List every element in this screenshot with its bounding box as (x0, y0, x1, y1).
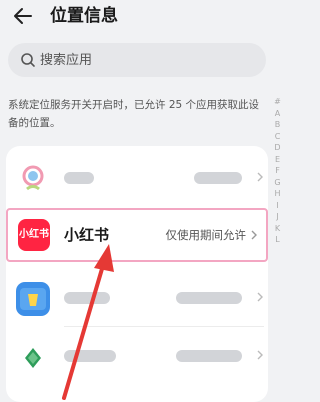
app-list-card (6, 146, 268, 402)
chevron-right-icon (251, 230, 257, 240)
alphabet-index[interactable]: # A B C D E F G H I J K L (272, 96, 283, 246)
blurred-app-name (64, 172, 94, 184)
app-row-blurred[interactable] (6, 150, 268, 206)
blurred-app-name (64, 350, 116, 362)
alpha-index-b[interactable]: B (272, 119, 283, 131)
blurred-app-permission (176, 350, 242, 362)
blurred-app-permission (176, 292, 242, 304)
app-permission-status: 仅使用期间允许 (165, 228, 247, 242)
divider (64, 326, 264, 327)
alpha-index-hash[interactable]: # (272, 96, 283, 108)
chevron-right-icon (257, 172, 263, 182)
app-row-blurred[interactable] (6, 270, 268, 326)
alpha-index-f[interactable]: F (272, 165, 283, 177)
alpha-index-c[interactable]: C (272, 131, 283, 143)
alpha-index-l[interactable]: L (272, 234, 283, 246)
search-icon (21, 53, 35, 67)
app-header: 位置信息 (0, 0, 283, 34)
alpha-index-h[interactable]: H (272, 188, 283, 200)
alpha-index-g[interactable]: G (272, 177, 283, 189)
chevron-right-icon (257, 350, 263, 360)
alpha-index-a[interactable]: A (272, 108, 283, 120)
blurred-app-name (64, 292, 110, 304)
app-row-blurred[interactable] (6, 328, 268, 384)
search-input[interactable] (40, 50, 250, 70)
blurred-app-icon (16, 282, 50, 316)
alpha-index-i[interactable]: I (272, 200, 283, 212)
page-title: 位置信息 (50, 6, 118, 26)
alpha-index-d[interactable]: D (272, 142, 283, 154)
chevron-right-icon (257, 292, 263, 302)
alpha-index-e[interactable]: E (272, 154, 283, 166)
alpha-index-k[interactable]: K (272, 223, 283, 235)
search-bar[interactable] (8, 43, 266, 77)
back-arrow-icon[interactable] (12, 5, 34, 27)
blurred-app-icon (16, 340, 50, 374)
location-description: 系统定位服务开关开启时，已允许 25 个应用获取此设备的位置。 (8, 99, 260, 129)
xiaohongshu-app-icon: 小红书 (18, 219, 50, 251)
app-row-xiaohongshu[interactable]: 小红书 小红书 仅使用期间允许 (6, 208, 268, 262)
blurred-app-icon (16, 162, 50, 196)
app-name: 小红书 (64, 226, 110, 244)
alpha-index-j[interactable]: J (272, 211, 283, 223)
blurred-app-permission (194, 172, 242, 184)
